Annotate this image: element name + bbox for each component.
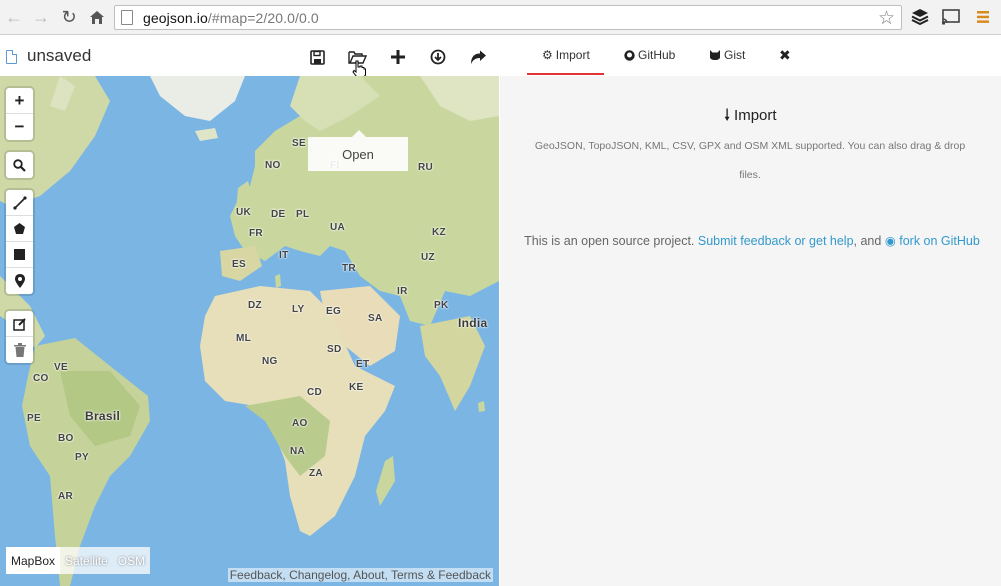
gear-icon: ⚙: [542, 48, 553, 62]
draw-polygon-icon[interactable]: [6, 216, 33, 242]
map-label: SA: [368, 313, 383, 324]
map-label: IT: [279, 250, 289, 261]
map-label: ZA: [309, 468, 323, 479]
map-label: PE: [27, 413, 41, 424]
draw-rectangle-icon[interactable]: [6, 242, 33, 268]
browser-toolbar: ← → ↻ geojson.io/#map=2/20.0/0.0 ☆: [0, 0, 1001, 35]
page-icon: [121, 10, 133, 25]
map-label: DZ: [248, 300, 262, 311]
draw-toolbar: [6, 190, 33, 294]
map-label: SE: [292, 138, 306, 149]
share-arrow-icon[interactable]: [467, 46, 489, 68]
map-label: SD: [327, 344, 342, 355]
new-file-plus-icon[interactable]: [387, 46, 409, 68]
layer-satellite[interactable]: Satellite: [60, 547, 113, 574]
reload-icon[interactable]: ↻: [59, 7, 79, 27]
cast-icon[interactable]: [941, 7, 961, 27]
zoom-out-icon[interactable]: −: [6, 114, 33, 140]
panel-tabs: ⚙ Import GitHub Gist ✖: [500, 36, 1001, 76]
map-label: CD: [307, 387, 323, 398]
address-bar[interactable]: geojson.io/#map=2/20.0/0.0 ☆: [114, 5, 902, 30]
back-arrow-icon[interactable]: ←: [4, 7, 24, 27]
search-icon[interactable]: [6, 152, 33, 178]
map-label: CO: [33, 373, 49, 384]
menu-icon[interactable]: [973, 7, 993, 27]
map-label: BO: [58, 433, 74, 444]
draw-marker-icon[interactable]: [6, 268, 33, 294]
feedback-link[interactable]: Submit feedback or get help: [698, 234, 854, 248]
tab-import[interactable]: ⚙ Import: [542, 48, 590, 62]
arrow-down-icon: 🠓: [724, 107, 730, 124]
zoom-in-icon[interactable]: +: [6, 88, 33, 114]
tab-gist[interactable]: Gist: [709, 48, 745, 62]
map-label: NG: [262, 356, 278, 367]
tab-github[interactable]: GitHub: [624, 48, 675, 62]
map-label: AO: [292, 418, 308, 429]
edit-toolbar: [6, 311, 33, 363]
map-label: ML: [236, 333, 252, 344]
import-description: GeoJSON, TopoJSON, KML, CSV, GPX and OSM…: [534, 140, 966, 181]
github-icon: ◉: [884, 234, 896, 248]
file-icon: [6, 50, 17, 64]
bookmark-star-icon[interactable]: ☆: [878, 7, 895, 30]
landmass-shapes: [0, 76, 499, 586]
map-label: UA: [330, 222, 346, 233]
zoom-control: + −: [6, 88, 33, 140]
map-label: FR: [249, 228, 263, 239]
layer-osm[interactable]: OSM: [113, 547, 150, 574]
map-label: AR: [58, 491, 74, 502]
map-attribution[interactable]: Feedback, Changelog, About, Terms & Feed…: [227, 568, 493, 582]
home-icon[interactable]: [87, 7, 107, 27]
map-label: LY: [292, 304, 305, 315]
fork-link[interactable]: ◉ fork on GitHub: [885, 234, 980, 248]
map-label: ES: [232, 259, 246, 270]
map-label: ET: [356, 359, 370, 370]
about-text: This is an open source project. Submit f…: [524, 234, 980, 248]
layer-switcher: MapBox Satellite OSM: [6, 547, 151, 574]
close-panel-icon[interactable]: ✖: [779, 47, 791, 64]
map-label: NA: [290, 446, 306, 457]
map-label: NO: [265, 160, 281, 171]
map-label: PY: [75, 452, 89, 463]
side-panel: ⚙ Import GitHub Gist ✖ 🠓 Import GeoJSON,…: [500, 36, 1001, 586]
file-bar: unsaved: [0, 36, 499, 78]
map-label: IR: [397, 286, 408, 297]
github-icon: [624, 49, 635, 61]
delete-trash-icon[interactable]: [6, 337, 33, 363]
search-control: [6, 152, 33, 178]
draw-line-icon[interactable]: [6, 190, 33, 216]
map-label: KE: [349, 382, 364, 393]
forward-arrow-icon[interactable]: →: [31, 7, 51, 27]
map-label: KZ: [432, 227, 446, 238]
map-label: India: [458, 316, 488, 330]
save-icon[interactable]: [306, 46, 328, 68]
map-pane: unsaved SE NO RU UK DE PL UA FR IT ES TR…: [0, 36, 499, 586]
map-label: Brasil: [85, 409, 121, 423]
map-label: RU: [418, 162, 434, 173]
map-label: PK: [434, 300, 449, 311]
map-label: UZ: [421, 252, 435, 263]
file-name[interactable]: unsaved: [27, 46, 91, 66]
url-text: geojson.io/#map=2/20.0/0.0: [143, 10, 319, 26]
map-label: VE: [54, 362, 68, 373]
open-tooltip: Open: [308, 130, 408, 171]
import-heading[interactable]: 🠓 Import: [500, 105, 1001, 130]
layer-mapbox[interactable]: MapBox: [6, 547, 61, 574]
map-label: EG: [326, 306, 342, 317]
download-icon[interactable]: [427, 46, 449, 68]
map-label: DE: [271, 209, 286, 220]
octocat-icon: [710, 50, 720, 60]
map-label: UK: [236, 207, 252, 218]
active-tab-indicator: [527, 73, 604, 75]
map-label: PL: [296, 209, 310, 220]
layers-extension-icon[interactable]: [910, 7, 930, 27]
map-canvas[interactable]: SE NO FI RU UK DE PL UA FR IT ES TR KZ U…: [0, 76, 499, 586]
map-label: TR: [342, 263, 356, 274]
edit-layers-icon[interactable]: [6, 311, 33, 337]
